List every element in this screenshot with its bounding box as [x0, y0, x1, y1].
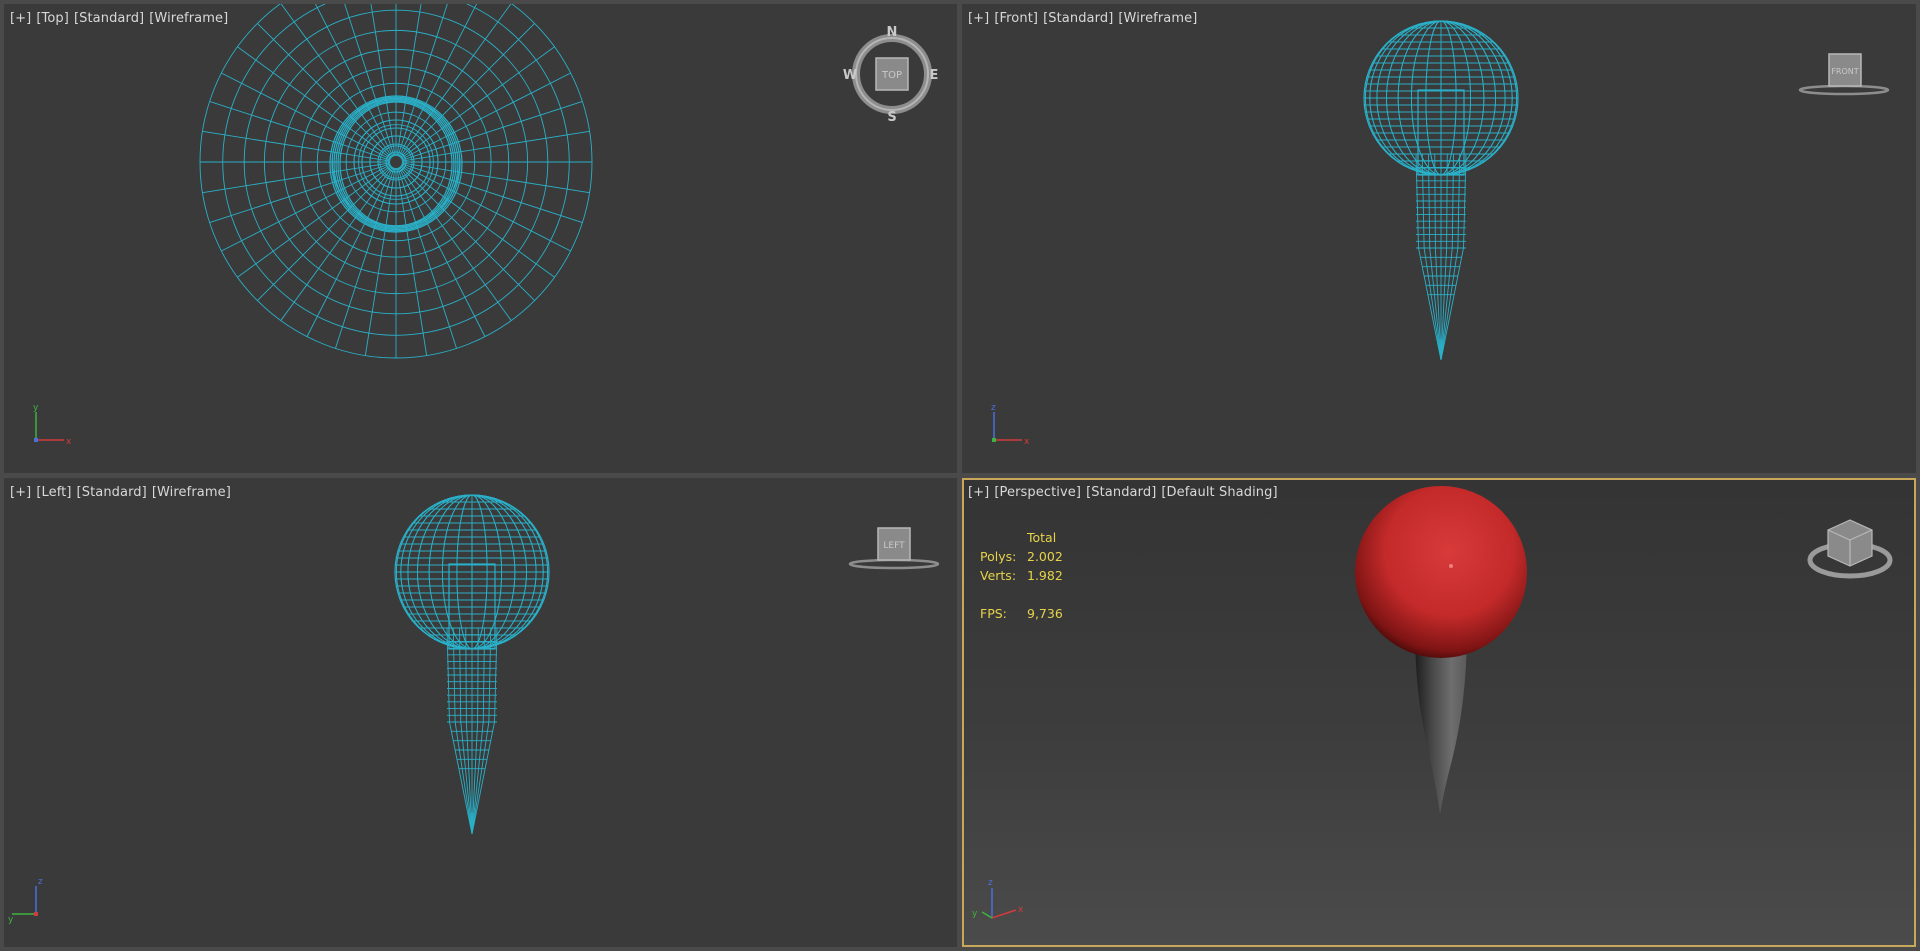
- front-wireframe-model[interactable]: [962, 4, 1916, 473]
- axis-label-y: y: [33, 403, 39, 413]
- axis-label-y: y: [972, 909, 978, 919]
- pin-head-sphere[interactable]: [1355, 486, 1527, 658]
- compass-n[interactable]: N: [887, 25, 898, 40]
- viewport-grid: [+] [Top] [Standard] [Wireframe] TOP N S E …: [0, 0, 1920, 951]
- compass-e[interactable]: E: [930, 68, 939, 83]
- axis-tripod-top: y x: [33, 403, 72, 447]
- perspective-shaded-model[interactable]: [964, 480, 1914, 945]
- compass-s[interactable]: S: [887, 110, 896, 124]
- axis-label-y: y: [8, 915, 14, 924]
- axis-label-x: x: [1024, 437, 1030, 447]
- viewport-left[interactable]: [+] [Left] [Standard] [Wireframe] LEFT z y: [4, 478, 957, 947]
- viewcube-face-label: FRONT: [1831, 67, 1858, 76]
- axis-tripod-perspective: z x y: [972, 878, 1024, 919]
- compass-w[interactable]: W: [843, 68, 857, 83]
- top-wireframe-model[interactable]: [4, 4, 957, 473]
- axis-label-z: z: [988, 878, 993, 888]
- axis-label-x: x: [66, 437, 72, 447]
- viewport-perspective[interactable]: [+] [Perspective] [Standard] [Default Shadi…: [962, 478, 1916, 947]
- viewport-top[interactable]: [+] [Top] [Standard] [Wireframe] TOP N S E …: [4, 4, 957, 473]
- viewport-front[interactable]: [+] [Front] [Standard] [Wireframe] FRONT z …: [962, 4, 1916, 473]
- axis-label-z: z: [38, 877, 43, 887]
- viewcube-face-label: TOP: [881, 70, 902, 81]
- left-wireframe-model[interactable]: [4, 478, 957, 947]
- axis-label-x: x: [1018, 905, 1024, 915]
- viewcube-perspective[interactable]: [1802, 514, 1898, 586]
- viewcube-front[interactable]: FRONT: [1794, 48, 1894, 98]
- viewcube-top[interactable]: TOP N S E W: [842, 24, 942, 124]
- viewcube-left[interactable]: LEFT: [844, 522, 944, 572]
- axis-label-z: z: [991, 403, 996, 413]
- axis-tripod-left: z y: [8, 877, 43, 924]
- viewcube-face-label: LEFT: [883, 541, 905, 551]
- axis-tripod-front: z x: [991, 403, 1030, 447]
